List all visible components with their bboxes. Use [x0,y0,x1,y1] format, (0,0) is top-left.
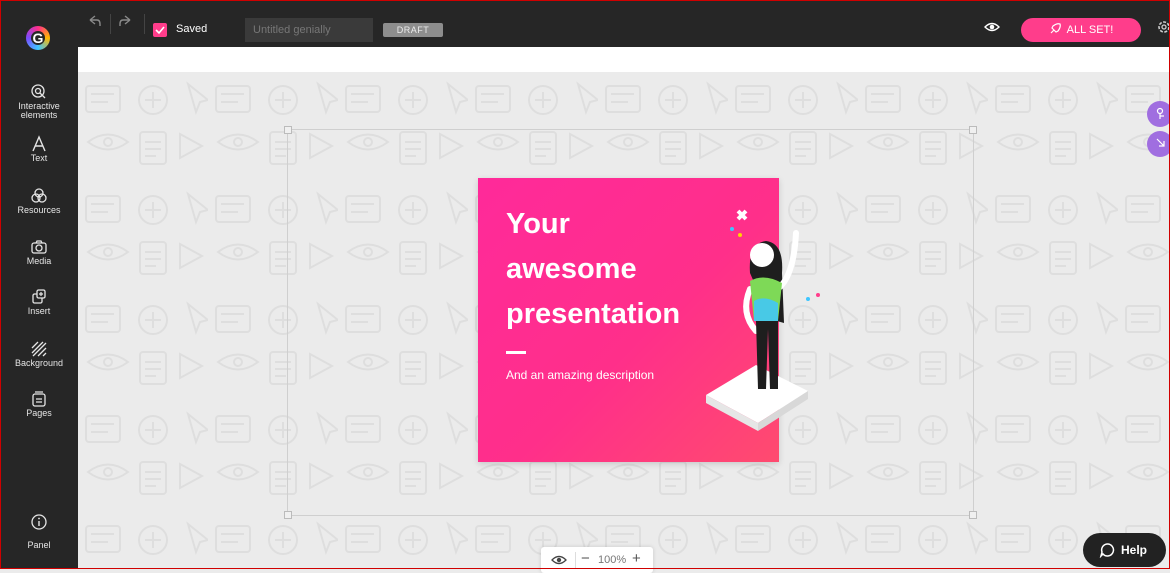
ruler-strip [78,47,1170,72]
draft-badge: DRAFT [383,23,443,37]
saved-check-icon [153,23,167,37]
publish-button[interactable]: ALL SET! [1021,18,1141,42]
pages-icon [32,391,46,407]
title-input[interactable] [245,18,373,42]
sidebar-item-label: Resources [17,205,61,215]
saved-status: Saved [176,23,208,35]
touch-icon [1156,107,1164,119]
zoom-level: 100% [598,554,627,566]
sidebar-item-label: elements [20,110,58,120]
background-icon [31,341,47,357]
person-illustration [706,209,820,431]
sidebar-item-insert[interactable]: Insert [0,288,78,316]
help-label: Help [1121,543,1148,557]
slide-title[interactable]: Your awesome presentation [506,202,726,337]
sidebar-item-background[interactable]: Background [0,340,78,368]
pointer-icon [1156,138,1165,147]
camera-icon [31,240,47,254]
help-button[interactable]: Help [1083,533,1166,567]
undo-icon[interactable] [85,12,107,34]
interactivity-bubble[interactable] [1147,101,1170,127]
sidebar-item-label: Media [26,256,52,266]
slide-description[interactable]: And an amazing description [506,368,654,382]
slide-title-line: Your [506,208,570,240]
sidebar-item-label: Background [14,358,64,368]
zoom-out-button[interactable]: − [581,550,590,567]
sidebar-item-resources[interactable]: Resources [0,187,78,215]
resources-icon [31,188,47,203]
app-logo[interactable]: G [0,0,78,72]
text-icon [32,135,46,152]
rocket-icon [1050,23,1061,34]
sidebar-item-label: Insert [27,306,51,316]
sidebar-item-label: Pages [26,408,52,418]
slide-title-line: presentation [506,298,681,330]
zoom-in-button[interactable]: + [632,550,641,567]
slide-divider [506,351,526,354]
sidebar-item-pages[interactable]: Pages [0,390,78,418]
gear-icon[interactable] [1156,19,1170,40]
interactive-icon [31,84,46,99]
zoom-control: − 100% + [541,547,653,573]
preview-eye-icon[interactable] [984,20,1000,39]
slide-title-line: awesome [506,253,637,285]
eye-icon[interactable] [551,553,567,572]
animation-bubble[interactable] [1147,131,1170,157]
sidebar-item-text[interactable]: Text [0,135,78,163]
top-toolbar: Saved DRAFT ALL SET! [0,0,1170,47]
sidebar-item-media[interactable]: Media [0,238,78,266]
sidebar-item-interactive-elements[interactable]: Interactive elements [0,83,78,120]
info-icon [31,514,47,530]
sidebar-item-panel[interactable]: Panel [0,513,78,550]
sidebar: Interactive elements Text Resources Medi… [0,47,78,569]
sidebar-item-label: Panel [27,540,51,550]
redo-icon[interactable] [117,12,139,34]
sidebar-item-label: Text [30,153,48,163]
slide-card[interactable]: Your awesome presentation And an amazing… [478,178,820,462]
publish-label: ALL SET! [1066,24,1114,36]
insert-icon [32,289,46,304]
chat-bubble-icon [1099,543,1115,558]
